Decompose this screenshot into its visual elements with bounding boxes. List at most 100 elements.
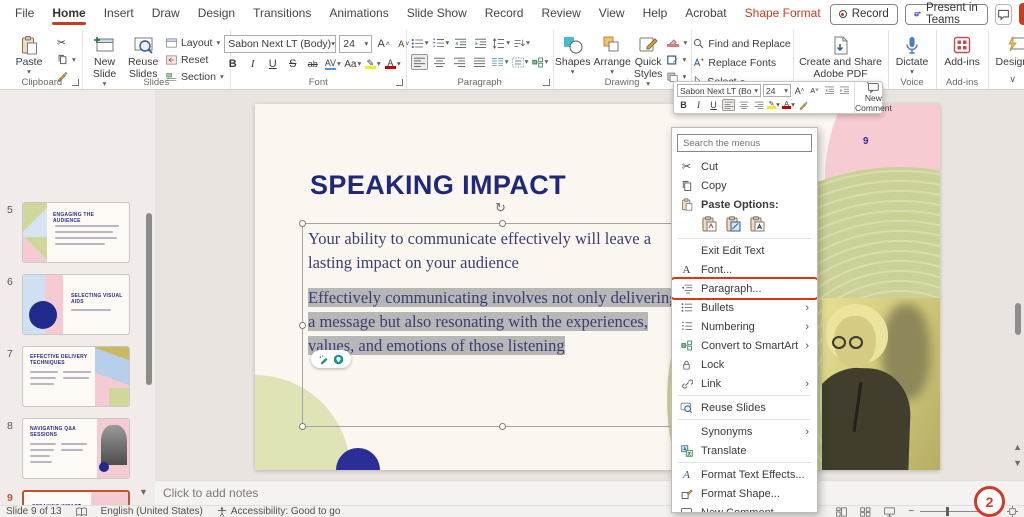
menu-item-reuse-slides[interactable]: Reuse Slides — [672, 398, 817, 417]
mini-font-color-button[interactable]: A▾ — [782, 99, 795, 111]
layout-button[interactable]: Layout▾ — [164, 35, 226, 50]
previous-slide-button[interactable]: ▲ — [1013, 442, 1022, 452]
zoom-slider-thumb[interactable] — [946, 507, 949, 516]
mini-align-left-button[interactable] — [722, 99, 735, 111]
menu-item-cut[interactable]: ✂ Cut — [672, 157, 817, 176]
tab-design[interactable]: Design — [189, 1, 244, 27]
font-size-combobox[interactable]: 24▾ — [339, 35, 372, 53]
mini-format-painter-button[interactable] — [797, 99, 810, 111]
tab-draw[interactable]: Draw — [143, 1, 189, 27]
slide-sorter-button[interactable] — [860, 507, 871, 517]
change-case-button[interactable]: Aa▾ — [344, 56, 361, 72]
menu-item-exit-edit-text[interactable]: Exit Edit Text — [672, 241, 817, 260]
mini-font-name-combobox[interactable]: Sabon Next LT (Bo▾ — [677, 84, 761, 97]
decrease-indent-button[interactable] — [452, 35, 469, 51]
add-ins-button[interactable]: Add-ins — [941, 32, 984, 68]
mini-font-size-combobox[interactable]: 24▾ — [763, 84, 791, 97]
quick-suggestion-pill[interactable] — [311, 350, 351, 368]
tab-review[interactable]: Review — [532, 1, 589, 27]
strikethrough-button[interactable]: S — [284, 56, 301, 72]
mini-align-center-button[interactable] — [737, 99, 750, 111]
highlight-color-button[interactable]: ✎▾ — [364, 56, 381, 72]
menu-item-format-text-effects[interactable]: A Format Text Effects... — [672, 465, 817, 484]
mini-increase-font-button[interactable]: A˄ — [793, 85, 806, 97]
slide-thumbnail-9-selected[interactable]: SPEAKING IMPACT — [22, 490, 130, 505]
line-spacing-button[interactable]: ▾ — [492, 35, 510, 51]
next-slide-button[interactable]: ▼ — [1013, 458, 1022, 468]
share-button[interactable]: Share ▾ — [1019, 3, 1024, 25]
mini-bold-button[interactable]: B — [677, 99, 690, 111]
shapes-button[interactable]: Shapes ▾ — [555, 32, 591, 76]
character-spacing-button[interactable]: AV▾ — [324, 56, 341, 72]
tab-insert[interactable]: Insert — [95, 1, 143, 27]
justify-button[interactable] — [471, 54, 488, 70]
convert-smartart-button[interactable]: ▾ — [532, 54, 549, 70]
slide-thumbnail-7[interactable]: EFFECTIVE DELIVERY TECHNIQUES — [22, 346, 130, 407]
collapse-ribbon-icon[interactable]: ∨ — [1009, 74, 1016, 85]
menu-item-new-comment[interactable]: New Comment — [672, 503, 817, 513]
copy-button[interactable]: ▾ — [55, 52, 78, 67]
align-left-button[interactable] — [411, 54, 428, 70]
slide-editing-surface[interactable]: 9 SPEAKING IMPACT Your ability to commun… — [255, 104, 940, 470]
find-and-replace-button[interactable]: Find and Replace — [691, 36, 792, 51]
menu-item-numbering[interactable]: Numbering › — [672, 317, 817, 336]
record-button[interactable]: Record — [830, 4, 898, 25]
bold-button[interactable]: B — [224, 56, 241, 72]
selection-handle-top-center[interactable] — [499, 220, 506, 227]
paragraph-dialog-launcher[interactable] — [543, 79, 550, 86]
accessibility-checker[interactable]: Accessibility: Good to go — [217, 506, 341, 517]
align-text-button[interactable]: ▾ — [512, 54, 529, 70]
mini-underline-button[interactable]: U — [707, 99, 720, 111]
zoom-slider[interactable] — [920, 511, 982, 512]
text-box-selection[interactable]: ↻ — [302, 223, 702, 427]
mini-italic-button[interactable]: I — [692, 99, 705, 111]
mini-new-comment-button[interactable]: NewComment — [854, 82, 892, 113]
language-indicator[interactable]: English (United States) — [101, 506, 203, 517]
menu-item-bullets[interactable]: Bullets › — [672, 298, 817, 317]
tab-slide-show[interactable]: Slide Show — [398, 1, 476, 27]
fit-slide-button[interactable] — [1007, 506, 1018, 517]
tab-shape-format[interactable]: Shape Format — [736, 1, 830, 27]
menu-item-copy[interactable]: Copy — [672, 176, 817, 195]
notes-pane[interactable]: ▼ Click to add notes — [155, 480, 1024, 505]
align-center-button[interactable] — [431, 54, 448, 70]
menu-item-convert-to-smartart[interactable]: Convert to SmartArt › — [672, 336, 817, 355]
designer-button[interactable]: Designer — [993, 32, 1024, 68]
selection-handle-bottom-left[interactable] — [299, 423, 306, 430]
mini-increase-indent-button[interactable] — [838, 85, 851, 97]
font-name-combobox[interactable]: Sabon Next LT (Body)▾ — [224, 35, 336, 53]
canvas-vertical-scrollbar[interactable] — [1015, 303, 1021, 335]
cut-button[interactable]: ✂ — [55, 35, 78, 50]
mini-decrease-font-button[interactable]: A˅ — [808, 85, 821, 97]
slide-title[interactable]: SPEAKING IMPACT — [310, 170, 566, 201]
tab-view[interactable]: View — [590, 1, 634, 27]
mini-highlight-button[interactable]: ✎▾ — [767, 99, 780, 111]
tab-animations[interactable]: Animations — [320, 1, 397, 27]
increase-font-size-button[interactable]: A˄ — [375, 36, 392, 52]
increase-indent-button[interactable] — [472, 35, 489, 51]
comments-button[interactable] — [995, 4, 1012, 25]
menu-item-synonyms[interactable]: Synonyms › — [672, 422, 817, 441]
tab-file[interactable]: File — [6, 1, 43, 27]
tab-record[interactable]: Record — [476, 1, 533, 27]
menu-item-translate[interactable]: Translate — [672, 441, 817, 460]
dictate-button[interactable]: Dictate ▾ — [893, 32, 932, 76]
numbering-button[interactable]: ▾ — [432, 35, 450, 51]
notes-collapse-icon[interactable]: ▼ — [139, 487, 148, 497]
slideshow-button[interactable] — [884, 507, 895, 517]
selection-handle-middle-left[interactable] — [299, 322, 306, 329]
slide-thumbnail-8[interactable]: NAVIGATING Q&A SESSIONS — [22, 418, 130, 479]
paste-button[interactable]: Paste ▾ — [6, 32, 52, 76]
tab-help[interactable]: Help — [634, 1, 677, 27]
slide-indicator[interactable]: Slide 9 of 13 — [6, 506, 62, 517]
columns-button[interactable]: ▾ — [491, 54, 509, 70]
selection-handle-top-left[interactable] — [299, 220, 306, 227]
reset-button[interactable]: Reset — [164, 52, 226, 67]
bullets-button[interactable]: ▾ — [411, 35, 429, 51]
menu-item-paragraph[interactable]: Paragraph... — [672, 279, 817, 298]
reuse-slides-button[interactable]: Reuse Slides — [125, 32, 161, 80]
underline-button[interactable]: U — [264, 56, 281, 72]
zoom-out-button[interactable]: − — [908, 506, 914, 517]
clipboard-dialog-launcher[interactable] — [72, 79, 79, 86]
tab-transitions[interactable]: Transitions — [244, 1, 320, 27]
